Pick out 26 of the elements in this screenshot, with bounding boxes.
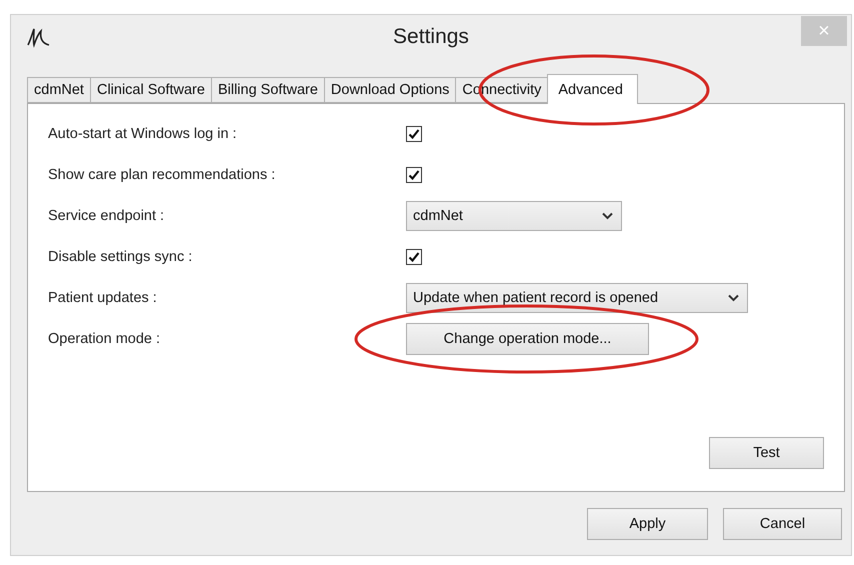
- cancel-button[interactable]: Cancel: [723, 508, 842, 540]
- test-button[interactable]: Test: [709, 437, 824, 469]
- checkbox[interactable]: [406, 126, 422, 142]
- apply-button[interactable]: Apply: [587, 508, 708, 540]
- dropdown[interactable]: cdmNet: [406, 200, 622, 230]
- setting-label: Show care plan recommendations :: [48, 166, 276, 182]
- chevron-down-icon: [728, 294, 739, 302]
- setting-label: Auto-start at Windows log in :: [48, 126, 238, 142]
- check-icon: [408, 128, 420, 140]
- window-title: Settings: [393, 25, 469, 49]
- setting-label: Disable settings sync :: [48, 248, 194, 264]
- check-icon: [408, 168, 420, 180]
- dropdown[interactable]: Update when patient record is opened: [406, 282, 748, 312]
- checkbox[interactable]: [406, 248, 422, 264]
- check-icon: [408, 250, 420, 262]
- tab[interactable]: cdmNet: [27, 77, 91, 103]
- setting-label: Service endpoint :: [48, 208, 166, 224]
- chevron-down-icon: [602, 212, 613, 220]
- checkbox[interactable]: [406, 166, 422, 182]
- setting-label: Patient updates :: [48, 290, 158, 306]
- tab[interactable]: Billing Software: [210, 77, 325, 103]
- change-mode-button[interactable]: Change operation mode...: [406, 322, 649, 354]
- tab[interactable]: Download Options: [324, 77, 456, 103]
- tab[interactable]: Clinical Software: [90, 77, 212, 103]
- setting-label: Operation mode :: [48, 330, 162, 346]
- tab[interactable]: Advanced: [547, 74, 638, 104]
